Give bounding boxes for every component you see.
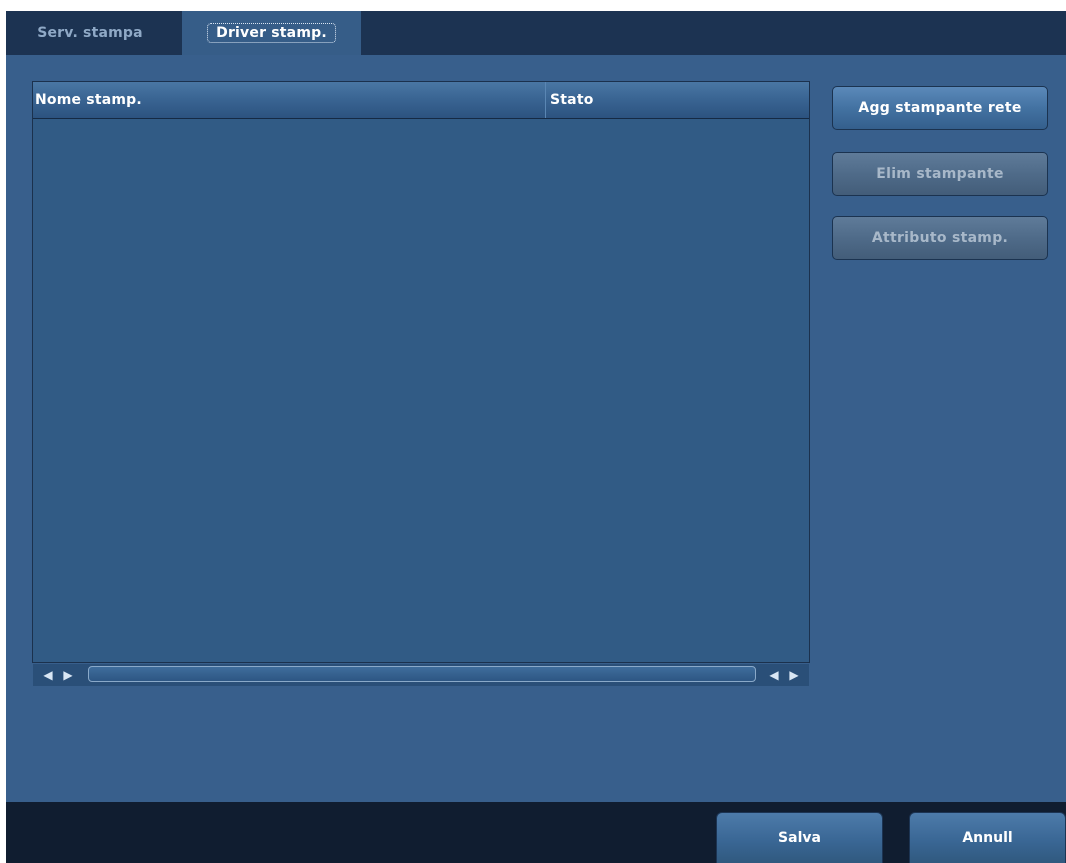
add-network-printer-button[interactable]: Agg stampante rete [832, 86, 1048, 130]
save-button[interactable]: Salva [716, 812, 883, 863]
scrollbar-track[interactable] [88, 666, 756, 682]
cancel-button[interactable]: Annull [909, 812, 1066, 863]
left-arrow-icon[interactable]: ◀ [39, 667, 57, 683]
tab-printer-driver-label: Driver stamp. [207, 23, 336, 43]
right-arrow-icon[interactable]: ▶ [785, 667, 803, 683]
horizontal-scrollbar[interactable]: ◀ ▶ ◀ ▶ [33, 664, 809, 686]
scroll-arrows-left: ◀ ▶ [39, 667, 77, 683]
printer-list[interactable]: Nome stamp. Stato ◀ ▶ ◀ ▶ [32, 81, 810, 686]
left-arrow-icon[interactable]: ◀ [765, 667, 783, 683]
footer-bar: Salva Annull [6, 802, 1066, 863]
column-header-status[interactable]: Stato [550, 82, 808, 118]
right-arrow-icon[interactable]: ▶ [59, 667, 77, 683]
printer-attributes-button[interactable]: Attributo stamp. [832, 216, 1048, 260]
tab-print-service[interactable]: Serv. stampa [6, 11, 174, 55]
printer-settings-window: Serv. stampa Driver stamp. Nome stamp. S… [6, 11, 1066, 863]
printer-list-header: Nome stamp. Stato [33, 82, 809, 119]
tab-bar: Serv. stampa Driver stamp. [6, 11, 1066, 55]
tab-printer-driver[interactable]: Driver stamp. [182, 11, 361, 55]
tab-print-service-label: Serv. stampa [37, 25, 143, 41]
scroll-arrows-right: ◀ ▶ [765, 667, 803, 683]
delete-printer-button[interactable]: Elim stampante [832, 152, 1048, 196]
column-header-printer-name[interactable]: Nome stamp. [35, 82, 546, 118]
